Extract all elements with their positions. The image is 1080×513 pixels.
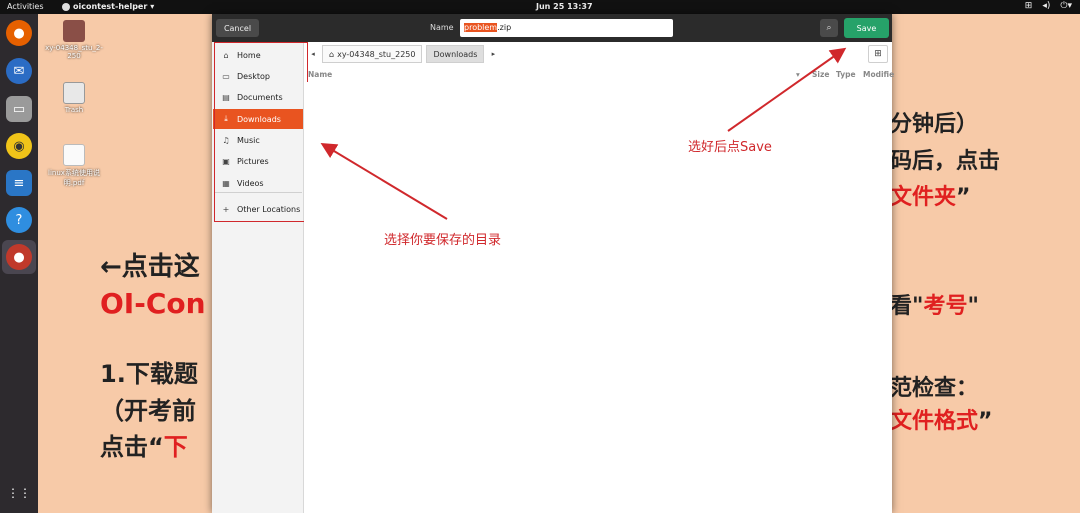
clock[interactable]: Jun 25 13:37 bbox=[536, 2, 593, 11]
desktop-icon-label: Trash bbox=[64, 106, 84, 114]
search-button[interactable]: ⌕ bbox=[820, 19, 838, 37]
chevron-down-icon: ▾ bbox=[150, 2, 155, 11]
dock: ● ✉ ▭ ◉ ≡ ? ● ⋮⋮ bbox=[0, 14, 38, 513]
path-segment-label: Downloads bbox=[433, 49, 478, 59]
path-segment-label: xy-04348_stu_2250 bbox=[337, 49, 416, 59]
file-list[interactable] bbox=[304, 82, 892, 513]
app-name: oicontest-helper bbox=[73, 2, 148, 11]
wall-text-left3: 1.下载题 bbox=[100, 360, 198, 388]
volume-icon: ◂) bbox=[1042, 1, 1051, 11]
filename-selection: problem bbox=[464, 23, 498, 32]
thunderbird-icon[interactable]: ✉ bbox=[6, 58, 32, 84]
search-icon: ⌕ bbox=[826, 23, 832, 33]
wall-text-right4c: " bbox=[967, 294, 979, 319]
sidebar-highlight-box bbox=[214, 42, 308, 222]
wall-text-left1: ←点击这 bbox=[100, 252, 200, 282]
desktop-icon-trash[interactable]: Trash bbox=[42, 82, 106, 114]
save-file-dialog: Cancel Name problem.zip ⌕ Save ⌂ Home ▭ De… bbox=[212, 14, 894, 513]
app-menu[interactable]: oicontest-helper ▾ bbox=[62, 2, 154, 11]
wall-text-left5a: 点击“ bbox=[100, 433, 164, 461]
wall-text-right3-quote: ” bbox=[956, 185, 971, 210]
files-icon[interactable]: ▭ bbox=[6, 96, 32, 122]
new-folder-icon: ⊞ bbox=[874, 49, 882, 59]
filename-input[interactable]: problem.zip bbox=[460, 19, 673, 37]
wall-text-right4a: 看" bbox=[890, 294, 924, 319]
path-bar: ◂ ⌂ xy-04348_stu_2250 Downloads ▸ bbox=[308, 44, 498, 64]
save-button[interactable]: Save bbox=[844, 18, 889, 38]
activities-button[interactable]: Activities bbox=[7, 2, 44, 11]
new-folder-button[interactable]: ⊞ bbox=[868, 45, 888, 63]
column-header-size[interactable]: Size bbox=[812, 70, 829, 79]
trash-icon bbox=[63, 82, 85, 104]
wall-text-left5b: 下 bbox=[163, 433, 188, 461]
wall-text-right2: 码后，点击 bbox=[890, 149, 1001, 174]
help-icon[interactable]: ? bbox=[6, 207, 32, 233]
column-header-modified[interactable]: Modifie bbox=[863, 70, 894, 79]
annotation-save-hint: 选好后点Save bbox=[688, 140, 772, 155]
path-segment-home[interactable]: ⌂ xy-04348_stu_2250 bbox=[322, 45, 423, 63]
path-segment-downloads[interactable]: Downloads bbox=[426, 45, 485, 63]
wall-text-right6: 文件格式” bbox=[890, 403, 992, 435]
cancel-button[interactable]: Cancel bbox=[216, 19, 259, 37]
app-icon bbox=[62, 2, 70, 11]
wall-text-right3-red: 文件夹 bbox=[890, 185, 957, 210]
writer-icon[interactable]: ≡ bbox=[6, 170, 32, 196]
path-forward-icon[interactable]: ▸ bbox=[488, 45, 498, 63]
network-icon: ⊞ bbox=[1024, 1, 1033, 11]
path-back-icon[interactable]: ◂ bbox=[308, 45, 318, 63]
desktop-icon-pdf[interactable]: linux系统使用说明.pdf bbox=[42, 144, 106, 188]
wall-text-right6-red: 文件格式 bbox=[890, 409, 979, 434]
wall-text-left2: OI-Con bbox=[100, 287, 206, 320]
wall-text-right5: 范检查： bbox=[890, 376, 979, 401]
wall-text-left5: 点击“下 bbox=[100, 427, 188, 462]
top-bar: Activities oicontest-helper ▾ Jun 25 13:… bbox=[0, 0, 1080, 14]
home-icon: ⌂ bbox=[329, 49, 335, 59]
annotation-directory-hint: 选择你要保存的目录 bbox=[384, 233, 502, 248]
wall-text-left4: （开考前 bbox=[100, 397, 196, 425]
apps-grid-icon[interactable]: ⋮⋮ bbox=[6, 480, 32, 506]
system-tray[interactable]: ⊞ ◂) ⏻▾ bbox=[1025, 1, 1072, 11]
desktop-icon-label: linux系统使用说明.pdf bbox=[48, 169, 100, 187]
filename-extension: .zip bbox=[497, 23, 512, 32]
wall-text-right3: 文件夹” bbox=[890, 179, 970, 211]
desktop-icon-folder[interactable]: xy-04348_stu_2-250 bbox=[42, 20, 106, 60]
oicontest-icon[interactable]: ● bbox=[6, 244, 32, 270]
column-header-name[interactable]: Name bbox=[308, 70, 332, 79]
wall-text-right6-quote: ” bbox=[978, 409, 993, 434]
name-label: Name bbox=[430, 23, 454, 32]
rhythmbox-icon[interactable]: ◉ bbox=[6, 133, 32, 159]
column-header-type[interactable]: Type bbox=[836, 70, 856, 79]
power-icon: ⏻▾ bbox=[1060, 1, 1072, 11]
pdf-icon bbox=[63, 144, 85, 166]
folder-icon bbox=[63, 20, 85, 42]
dialog-header: Cancel Name problem.zip ⌕ Save bbox=[212, 14, 892, 42]
desktop-icon-label: xy-04348_stu_2-250 bbox=[45, 44, 103, 60]
wall-text-right4: 看"考号" bbox=[890, 288, 979, 320]
sort-chevron-icon: ▾ bbox=[796, 70, 800, 79]
firefox-icon[interactable]: ● bbox=[6, 20, 32, 46]
wall-text-right4b: 考号 bbox=[923, 294, 968, 319]
wall-text-right1: 分钟后） bbox=[890, 112, 979, 137]
